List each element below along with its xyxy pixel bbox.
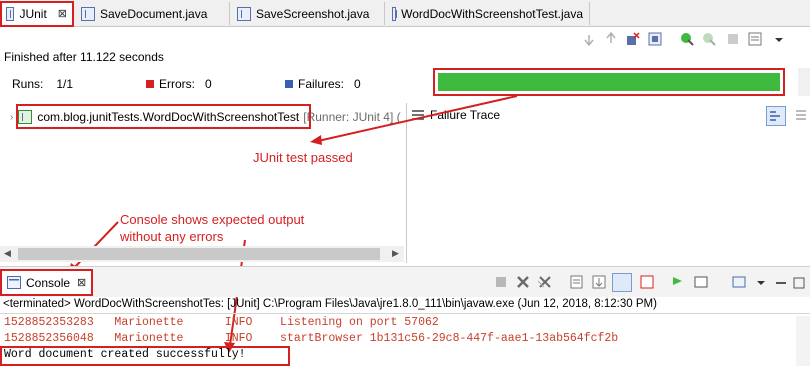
- open-console-menu-icon[interactable]: [754, 276, 768, 290]
- console-success-highlight: [0, 346, 290, 366]
- tab-worddoc-test[interactable]: WordDocWithScreenshotTest.java: [386, 2, 590, 25]
- rerun-failed-first-icon[interactable]: [702, 32, 716, 46]
- history-icon[interactable]: [748, 32, 762, 46]
- scroll-left-icon[interactable]: ◀: [4, 248, 11, 259]
- tree-horizontal-scrollbar[interactable]: ◀ ▶: [0, 246, 404, 262]
- console-vertical-scrollbar[interactable]: [796, 316, 810, 366]
- failures-counter: Failures: 0: [285, 77, 361, 91]
- remove-all-terminated-icon[interactable]: [538, 275, 552, 289]
- display-selected-console-icon[interactable]: [694, 275, 708, 289]
- editor-tab-bar: JUnit ⊠ SaveDocument.java SaveScreenshot…: [0, 0, 810, 27]
- next-failure-icon[interactable]: [582, 32, 596, 46]
- tab-save-document[interactable]: SaveDocument.java: [75, 2, 230, 25]
- remove-launch-icon[interactable]: [516, 275, 530, 289]
- terminate-icon[interactable]: [494, 275, 508, 289]
- open-console-icon[interactable]: [732, 275, 746, 289]
- compare-results-button[interactable]: [766, 106, 786, 126]
- console-tab-bar: Console ⊠: [0, 266, 810, 297]
- runs-value: 1/1: [56, 77, 74, 91]
- runs-label: Runs:: [12, 77, 44, 91]
- java-file-icon: [237, 6, 251, 21]
- junit-tab-highlight: [0, 1, 74, 27]
- java-file-icon: [81, 6, 95, 21]
- tab-save-screenshot[interactable]: SaveScreenshot.java: [231, 2, 385, 25]
- compare-icon: [770, 111, 780, 121]
- scroll-lock-icon[interactable]: [592, 275, 606, 289]
- errors-label: Errors:: [159, 77, 195, 91]
- progress-bar-fill: [438, 73, 780, 91]
- failures-label: Failures:: [298, 77, 345, 91]
- console-divider: [0, 313, 810, 314]
- runs-counter: Runs: 1/1: [12, 77, 73, 91]
- filter-stack-trace-button[interactable]: [794, 108, 808, 122]
- annotation-arrow-junit: [310, 95, 518, 145]
- scroll-right-icon[interactable]: ▶: [392, 248, 399, 259]
- tab-save-screenshot-label: SaveScreenshot.java: [256, 6, 370, 21]
- stop-icon[interactable]: [726, 32, 740, 46]
- tab-worddoc-test-label: WordDocWithScreenshotTest.java: [401, 6, 583, 21]
- show-failures-only-icon[interactable]: [626, 32, 640, 46]
- scroll-lock-icon[interactable]: [648, 32, 662, 46]
- java-file-icon: [392, 6, 398, 21]
- errors-counter: Errors: 0: [146, 77, 212, 91]
- word-wrap-button[interactable]: [612, 273, 632, 292]
- console-tab-highlight: [0, 269, 93, 296]
- error-icon: [146, 80, 154, 88]
- console-process-label: <terminated> WordDocWithScreenshotTes: […: [3, 298, 657, 310]
- failures-value: 0: [354, 77, 361, 91]
- errors-value: 0: [205, 77, 212, 91]
- tab-save-document-label: SaveDocument.java: [100, 6, 208, 21]
- clear-console-icon[interactable]: [570, 275, 584, 289]
- view-menu-icon[interactable]: [772, 33, 786, 47]
- console-line: 1528852353283 Marionette INFO Listening …: [4, 316, 439, 329]
- annotation-junit-passed: JUnit test passed: [253, 150, 353, 165]
- failure-icon: [285, 80, 293, 88]
- expand-chevron-icon[interactable]: ›: [10, 112, 13, 123]
- progress-scrollbar[interactable]: [798, 68, 810, 96]
- junit-toolbar: [580, 31, 800, 49]
- scrollbar-thumb[interactable]: [18, 248, 380, 260]
- test-class-highlight: [16, 104, 311, 129]
- previous-failure-icon[interactable]: [604, 32, 618, 46]
- status-text: Finished after 11.122 seconds: [4, 50, 164, 64]
- maximize-icon[interactable]: [792, 276, 806, 290]
- filter-icon: [796, 110, 806, 120]
- show-console-on-output-icon[interactable]: [640, 275, 654, 289]
- minimize-icon[interactable]: [774, 276, 788, 290]
- rerun-test-icon[interactable]: [680, 32, 694, 46]
- console-line: 1528852356048 Marionette INFO startBrows…: [4, 332, 619, 345]
- pin-console-icon[interactable]: [670, 275, 684, 289]
